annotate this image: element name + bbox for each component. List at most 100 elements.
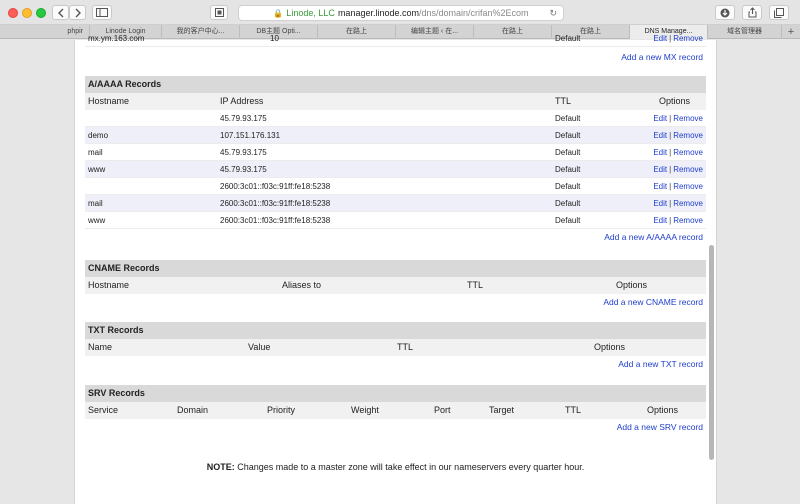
mx-edit-link[interactable]: Edit xyxy=(653,34,667,43)
col-hostname: Hostname xyxy=(88,280,130,290)
tab-overview-button[interactable] xyxy=(769,5,789,20)
txt-add-line: Add a new TXT record xyxy=(85,356,706,373)
a-records-rows: 45.79.93.175 Default Edit | Remove demo 107.15… xyxy=(85,110,706,229)
col-hostname: Hostname xyxy=(88,96,130,106)
share-icon xyxy=(748,7,756,18)
srv-records-title: SRV Records xyxy=(85,385,706,402)
separator: | xyxy=(669,182,672,191)
srv-records-header: Service Domain Priority Weight Port Targ… xyxy=(85,402,706,419)
add-cname-record-link[interactable]: Add a new CNAME record xyxy=(603,294,703,311)
close-window-button[interactable] xyxy=(8,8,18,18)
separator: | xyxy=(669,199,672,208)
edit-link[interactable]: Edit xyxy=(653,148,667,157)
remove-link[interactable]: Remove xyxy=(673,199,703,208)
cname-records-title: CNAME Records xyxy=(85,260,706,277)
add-srv-record-link[interactable]: Add a new SRV record xyxy=(617,419,703,436)
master-zone-note: NOTE: Changes made to a master zone will… xyxy=(85,462,706,472)
tab-domain-manager[interactable]: 域名管理器 xyxy=(708,25,782,39)
sidebar-button[interactable] xyxy=(92,5,112,20)
new-tab-button[interactable]: + xyxy=(782,25,800,39)
col-service: Service xyxy=(88,405,119,415)
remove-link[interactable]: Remove xyxy=(673,114,703,123)
separator: | xyxy=(669,114,672,123)
edit-link[interactable]: Edit xyxy=(653,199,667,208)
remove-link[interactable]: Remove xyxy=(673,216,703,225)
mx-hostname: mx.ym.163.com xyxy=(88,34,145,43)
a-record-hostname: www xyxy=(88,216,106,225)
a-record-row: 2600:3c01::f03c:91ff:fe18:5238 Default Edi… xyxy=(85,178,706,195)
a-record-row: 45.79.93.175 Default Edit | Remove xyxy=(85,110,706,127)
a-record-ttl: Default xyxy=(555,148,581,157)
col-domain: Domain xyxy=(177,405,209,415)
reload-icon[interactable]: ↻ xyxy=(549,8,557,19)
a-record-options: Edit | Remove xyxy=(653,195,703,212)
downloads-button[interactable] xyxy=(715,5,735,20)
col-aliases-to: Aliases to xyxy=(282,280,322,290)
mx-records-partial: mx.ym.163.com 10 Default Edit | Remove Add… xyxy=(85,30,706,66)
col-ttl: TTL xyxy=(565,405,582,415)
col-value: Value xyxy=(248,342,271,352)
a-records-header: Hostname IP Address TTL Options xyxy=(85,93,706,110)
a-record-options: Edit | Remove xyxy=(653,127,703,144)
mx-remove-link[interactable]: Remove xyxy=(673,34,703,43)
a-record-ttl: Default xyxy=(555,165,581,174)
minimize-window-button[interactable] xyxy=(22,8,32,18)
a-record-ip: 107.151.176.131 xyxy=(220,131,281,140)
add-a-record-link[interactable]: Add a new A/AAAA record xyxy=(604,229,703,246)
browser-toolbar: 🔒 Linode, LLC manager.linode.com/dns/dom… xyxy=(0,0,800,25)
a-record-hostname: demo xyxy=(88,131,109,140)
remove-link[interactable]: Remove xyxy=(673,165,703,174)
download-icon xyxy=(720,8,730,17)
a-record-ttl: Default xyxy=(555,199,581,208)
back-button[interactable] xyxy=(52,5,69,20)
col-priority: Priority xyxy=(267,405,296,415)
col-name: Name xyxy=(88,342,113,352)
share-button[interactable] xyxy=(742,5,762,20)
address-bar[interactable]: 🔒 Linode, LLC manager.linode.com/dns/dom… xyxy=(238,5,564,21)
a-record-ip: 45.79.93.175 xyxy=(220,165,267,174)
reader-button[interactable] xyxy=(210,5,228,20)
a-records-add-line: Add a new A/AAAA record xyxy=(85,229,706,246)
col-options: Options xyxy=(593,342,625,352)
edit-link[interactable]: Edit xyxy=(653,182,667,191)
chevron-right-icon xyxy=(75,8,81,17)
mx-options: Edit | Remove xyxy=(653,30,703,47)
separator: | xyxy=(669,216,672,225)
zoom-window-button[interactable] xyxy=(36,8,46,18)
lock-icon: 🔒 xyxy=(273,8,284,18)
a-record-ip: 2600:3c01::f03c:91ff:fe18:5238 xyxy=(220,199,331,208)
remove-link[interactable]: Remove xyxy=(673,131,703,140)
edit-link[interactable]: Edit xyxy=(653,165,667,174)
tab-phpir[interactable]: phpir xyxy=(0,25,90,39)
add-mx-record-link[interactable]: Add a new MX record xyxy=(621,49,703,66)
add-txt-record-link[interactable]: Add a new TXT record xyxy=(618,356,703,373)
edit-link[interactable]: Edit xyxy=(653,216,667,225)
edit-link[interactable]: Edit xyxy=(653,131,667,140)
page-background: mx.ym.163.com 10 Default Edit | Remove Add… xyxy=(0,34,800,504)
separator: | xyxy=(669,131,672,140)
col-options: Options xyxy=(646,405,678,415)
col-ip-address: IP Address xyxy=(220,96,264,106)
txt-records-header: Name Value TTL Options xyxy=(85,339,706,356)
separator: | xyxy=(669,165,672,174)
note-text: Changes made to a master zone will take … xyxy=(234,462,585,472)
edit-link[interactable]: Edit xyxy=(653,114,667,123)
remove-link[interactable]: Remove xyxy=(673,148,703,157)
a-record-ip: 45.79.93.175 xyxy=(220,148,267,157)
a-record-options: Edit | Remove xyxy=(653,212,703,229)
col-port: Port xyxy=(434,405,451,415)
forward-button[interactable] xyxy=(69,5,86,20)
mx-priority: 10 xyxy=(270,34,279,43)
mx-add-line: Add a new MX record xyxy=(85,49,706,66)
a-record-ttl: Default xyxy=(555,114,581,123)
remove-link[interactable]: Remove xyxy=(673,182,703,191)
a-records-title: A/AAAA Records xyxy=(85,76,706,93)
col-ttl: TTL xyxy=(397,342,414,352)
tab-label: 域名管理器 xyxy=(727,28,762,35)
a-record-ip: 2600:3c01::f03c:91ff:fe18:5238 xyxy=(220,216,331,225)
page-scrollbar[interactable] xyxy=(709,245,714,460)
tab-label: phpir xyxy=(67,28,83,35)
a-record-options: Edit | Remove xyxy=(653,161,703,178)
a-aaaa-records-section: A/AAAA Records Hostname IP Address TTL O… xyxy=(85,76,706,246)
a-record-options: Edit | Remove xyxy=(653,144,703,161)
